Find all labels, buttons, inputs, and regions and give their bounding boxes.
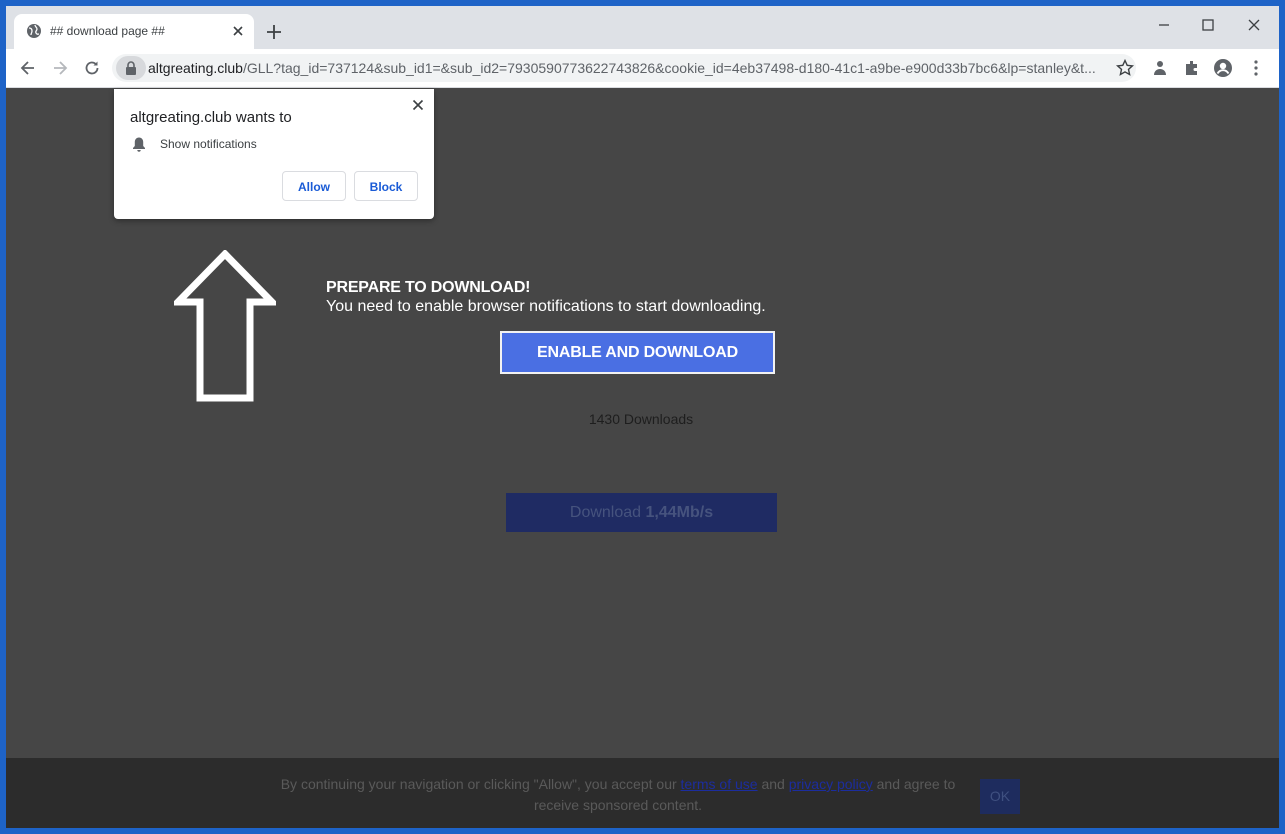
consent-text: By continuing your navigation or clickin… xyxy=(268,774,968,816)
downloads-count: 1430 Downloads xyxy=(588,411,694,427)
url-host: altgreating.club xyxy=(148,60,243,76)
page-heading: PREPARE TO DOWNLOAD! xyxy=(326,279,531,296)
forward-icon[interactable] xyxy=(50,58,70,78)
close-window-icon[interactable] xyxy=(1244,15,1264,35)
extension-puzzle-icon[interactable] xyxy=(1150,58,1170,78)
download-button[interactable]: Download 1,44Mb/s xyxy=(506,493,777,532)
page-subtext: You need to enable browser notifications… xyxy=(326,298,766,315)
bookmark-star-icon[interactable] xyxy=(1115,58,1135,78)
browser-window: ## download page ## altgreating.club/GLL… xyxy=(6,6,1279,828)
download-button-label: Download xyxy=(569,504,646,521)
new-tab-icon[interactable] xyxy=(265,23,283,41)
url-text[interactable]: altgreating.club/GLL?tag_id=737124&sub_i… xyxy=(148,60,1098,76)
tab-title: ## download page ## xyxy=(50,24,165,38)
profile-avatar-icon[interactable] xyxy=(1213,58,1233,78)
popup-title: altgreating.club wants to xyxy=(130,109,292,126)
extensions-icon[interactable] xyxy=(1182,58,1202,78)
minimize-icon[interactable] xyxy=(1154,15,1174,35)
consent-text-before: By continuing your navigation or clickin… xyxy=(280,776,681,792)
close-tab-icon[interactable] xyxy=(230,23,246,39)
globe-icon xyxy=(27,24,41,38)
allow-button[interactable]: Allow xyxy=(282,171,346,201)
reload-icon[interactable] xyxy=(82,58,102,78)
download-speed: 1,44Mb/s xyxy=(645,504,714,521)
terms-of-use-link[interactable]: terms of use xyxy=(681,776,758,792)
consent-ok-button[interactable]: OK xyxy=(980,779,1020,814)
consent-banner: By continuing your navigation or clickin… xyxy=(6,758,1279,828)
browser-toolbar: altgreating.club/GLL?tag_id=737124&sub_i… xyxy=(6,49,1279,88)
url-path: /GLL?tag_id=737124&sub_id1=&sub_id2=7930… xyxy=(242,60,1096,76)
enable-and-download-button[interactable]: ENABLE AND DOWNLOAD xyxy=(500,331,775,374)
maximize-icon[interactable] xyxy=(1198,15,1218,35)
consent-and: and xyxy=(757,776,789,792)
close-popup-icon[interactable] xyxy=(410,97,426,113)
back-icon[interactable] xyxy=(18,58,38,78)
site-info-button[interactable] xyxy=(116,56,146,80)
notification-permission-popup: altgreating.club wants to Show notificat… xyxy=(114,89,434,219)
address-bar[interactable]: altgreating.club/GLL?tag_id=737124&sub_i… xyxy=(112,54,1136,82)
bell-icon xyxy=(133,137,145,152)
privacy-policy-link[interactable]: privacy policy xyxy=(789,776,873,792)
lock-icon xyxy=(126,61,136,75)
browser-tab[interactable]: ## download page ## xyxy=(14,14,254,49)
permission-label: Show notifications xyxy=(160,137,257,151)
tab-strip: ## download page ## xyxy=(6,6,1279,49)
up-arrow-icon xyxy=(174,250,276,402)
block-button[interactable]: Block xyxy=(354,171,418,201)
menu-kebab-icon[interactable] xyxy=(1246,58,1266,78)
